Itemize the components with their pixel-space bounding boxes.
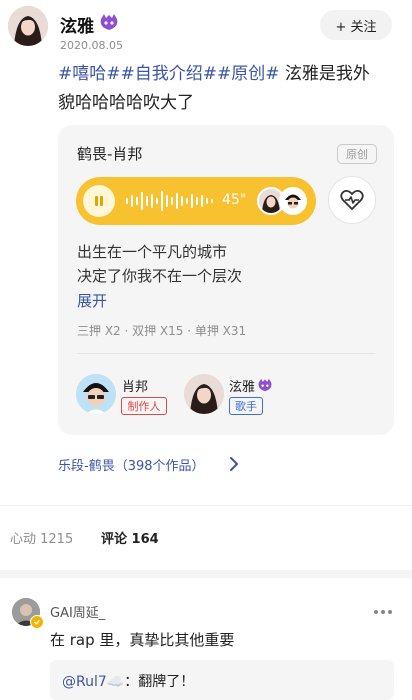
likes-tab[interactable]: 心动 1215 xyxy=(10,528,73,547)
comments-tab[interactable]: 评论 164 xyxy=(101,528,159,547)
author-name[interactable]: 泫雅 xyxy=(60,12,94,37)
original-badge: 原创 xyxy=(337,144,377,164)
reply-text: ：翻牌了！ xyxy=(124,674,195,690)
author-avatar[interactable] xyxy=(8,6,48,46)
tag-original[interactable]: #原创# xyxy=(217,64,280,84)
lyric-line: 出生在一个平凡的城市 xyxy=(77,243,228,261)
purple-creature-icon xyxy=(99,13,119,31)
singer-avatar[interactable] xyxy=(184,374,224,414)
original-badge-label: 原创 xyxy=(346,148,368,161)
singer-role-badge: 歌手 xyxy=(229,397,263,415)
rhyme-stats: 三押 X2 · 双押 X15 · 单押 X31 xyxy=(77,324,247,338)
follow-button[interactable]: + 关注 xyxy=(320,10,392,40)
comment-text: 在 rap 里，真挚比其他重要 xyxy=(50,631,235,649)
segment-link[interactable]: 乐段-鹤畏（398个作品） xyxy=(58,455,205,474)
heartbeat-icon xyxy=(340,190,364,210)
post-text: #嘻哈##自我介绍##原创# 泫雅是我外 貌哈哈哈哈吹大了 xyxy=(58,60,398,118)
reply-line: @Rul7☁️：翻牌了！ xyxy=(62,671,194,691)
producer-avatar[interactable] xyxy=(76,374,116,414)
reply-user[interactable]: @Rul7☁️ xyxy=(62,674,124,690)
singer-name[interactable]: 泫雅 xyxy=(229,376,255,395)
lyric-line: 决定了你我不在一个层次 xyxy=(77,267,243,285)
more-options-icon[interactable] xyxy=(372,602,394,614)
play-pause-button[interactable] xyxy=(83,185,115,217)
post-text-line2: 貌哈哈哈哈吹大了 xyxy=(58,93,194,113)
song-title: 鹤畏-肖邦 xyxy=(77,145,143,163)
post-text-line1: 泫雅是我外 xyxy=(284,64,370,84)
producer-mini-avatar xyxy=(279,187,307,215)
heartbeat-button[interactable] xyxy=(328,176,376,224)
tag-hiphop[interactable]: #嘻哈# xyxy=(58,64,121,84)
stats-divider xyxy=(0,505,412,506)
purple-creature-icon xyxy=(257,377,273,392)
producer-role-badge: 制作人 xyxy=(121,397,167,415)
pause-icon xyxy=(95,196,103,206)
duration-label: 45" xyxy=(222,192,247,208)
follow-label: + 关注 xyxy=(335,19,377,35)
singer-role-label: 歌手 xyxy=(235,400,257,413)
waveform-icon[interactable] xyxy=(124,188,216,214)
expand-link[interactable]: 展开 xyxy=(77,290,107,311)
segment-link-label: 乐段-鹤畏（398个作品） xyxy=(58,459,205,474)
producer-name[interactable]: 肖邦 xyxy=(122,376,148,395)
section-separator xyxy=(0,570,412,578)
divider xyxy=(77,353,375,354)
tag-self-intro[interactable]: #自我介绍# xyxy=(121,64,218,84)
verified-badge-icon xyxy=(30,615,44,629)
chevron-right-icon[interactable] xyxy=(228,456,240,472)
commenter-name[interactable]: GAI周延_ xyxy=(50,602,105,621)
producer-role-label: 制作人 xyxy=(127,400,161,413)
post-date: 2020.08.05 xyxy=(60,39,123,52)
